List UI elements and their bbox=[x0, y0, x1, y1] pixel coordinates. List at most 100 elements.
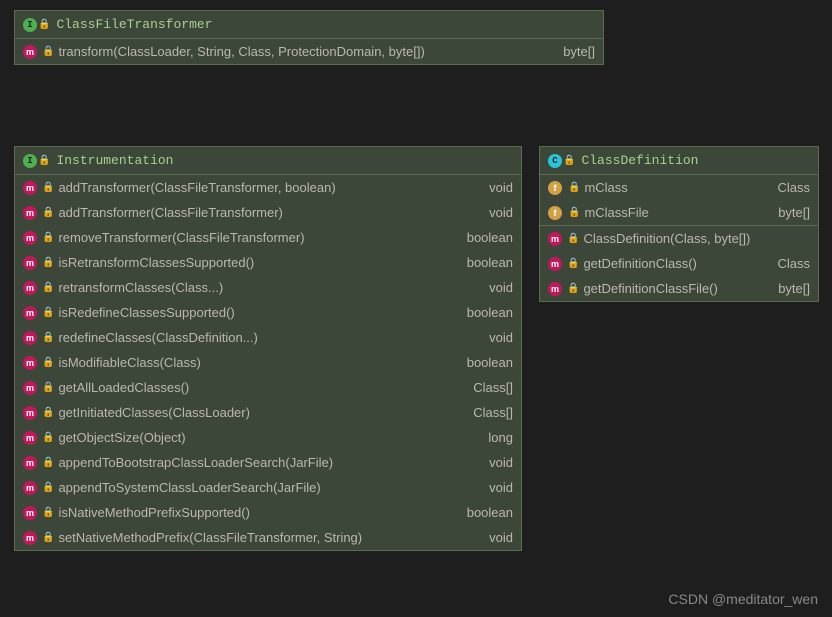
member-signature: ClassDefinition(Class, byte[]) bbox=[583, 231, 810, 246]
lock-icon: 🔒 bbox=[42, 432, 54, 443]
method-icon: m bbox=[23, 256, 37, 270]
member-row: f🔒mClassClass bbox=[540, 175, 818, 200]
lock-icon: 🔒 bbox=[567, 283, 579, 294]
member-signature: mClass bbox=[584, 180, 763, 195]
member-return-type: void bbox=[489, 455, 513, 470]
member-row: m🔒isNativeMethodPrefixSupported()boolean bbox=[15, 500, 521, 525]
member-row: m🔒getDefinitionClass()Class bbox=[540, 251, 818, 276]
method-icon: m bbox=[548, 282, 562, 296]
member-row: m 🔒 appendToSystemClassLoaderSearch(JarFil… bbox=[15, 475, 521, 500]
method-icon: m bbox=[23, 531, 37, 545]
member-return-type: void bbox=[489, 530, 513, 545]
member-return-type: boolean bbox=[467, 255, 513, 270]
member-signature: getObjectSize(Object) bbox=[58, 430, 474, 445]
member-row: m🔒getInitiatedClasses(ClassLoader)Class[… bbox=[15, 400, 521, 425]
member-signature: getDefinitionClassFile() bbox=[583, 281, 764, 296]
lock-icon: 🔒 bbox=[42, 307, 54, 318]
lock-icon: 🔒 bbox=[42, 46, 54, 57]
member-row: m 🔒 addTransformer(ClassFileTransformer) vo… bbox=[15, 200, 521, 225]
member-row: m🔒transform(ClassLoader, String, Class, … bbox=[15, 39, 603, 64]
member-row: m 🔒 retransformClasses(Class...) void bbox=[15, 275, 521, 300]
method-icon: m bbox=[23, 356, 37, 370]
member-return-type: void bbox=[489, 480, 513, 495]
member-row: m 🔒 ClassDefinition(Class, byte[]) bbox=[540, 226, 818, 251]
member-signature: appendToBootstrapClassLoaderSearch(JarFi… bbox=[58, 455, 475, 470]
members-list: f 🔒 mClass Class f 🔒 mClassFile byte[] m 🔒 ClassDe… bbox=[540, 175, 818, 301]
member-row: m 🔒 isRetransformClassesSupported() boolean bbox=[15, 250, 521, 275]
lock-icon: 🔒 bbox=[42, 507, 54, 518]
member-row: m 🔒 getObjectSize(Object) long bbox=[15, 425, 521, 450]
lock-icon: 🔒 bbox=[42, 207, 54, 218]
member-return-type: byte[] bbox=[778, 281, 810, 296]
member-signature: removeTransformer(ClassFileTransformer) bbox=[58, 230, 452, 245]
member-signature: getDefinitionClass() bbox=[583, 256, 763, 271]
class-header: C🔒ClassDefinition bbox=[540, 147, 818, 175]
member-signature: isRetransformClassesSupported() bbox=[58, 255, 452, 270]
member-return-type: byte[] bbox=[778, 205, 810, 220]
member-return-type: Class[] bbox=[473, 405, 513, 420]
member-signature: mClassFile bbox=[584, 205, 764, 220]
lock-icon: 🔒 bbox=[42, 257, 54, 268]
members-list: m🔒transform(ClassLoader, String, Class, … bbox=[15, 39, 603, 64]
member-return-type: byte[] bbox=[563, 44, 595, 59]
method-icon: m bbox=[23, 281, 37, 295]
member-return-type: Class bbox=[777, 256, 810, 271]
member-return-type: long bbox=[488, 430, 513, 445]
method-icon: m bbox=[23, 306, 37, 320]
method-icon: m bbox=[23, 381, 37, 395]
member-return-type: void bbox=[489, 205, 513, 220]
class-box-instrumentation: I🔒Instrumentationm🔒addTransformer(ClassF… bbox=[14, 146, 522, 551]
member-return-type: boolean bbox=[467, 230, 513, 245]
lock-icon: 🔒 bbox=[563, 155, 575, 167]
lock-icon: 🔒 bbox=[38, 155, 50, 167]
private-lock-icon: 🔒 bbox=[568, 182, 580, 193]
member-row: m 🔒 addTransformer(ClassFileTransformer, b… bbox=[15, 175, 521, 200]
member-signature: transform(ClassLoader, String, Class, Pr… bbox=[58, 44, 549, 59]
member-return-type: boolean bbox=[467, 305, 513, 320]
member-row: m🔒setNativeMethodPrefix(ClassFileTransfo… bbox=[15, 525, 521, 550]
lock-icon: 🔒 bbox=[42, 482, 54, 493]
class-header: I🔒 Instrumentation bbox=[15, 147, 521, 175]
method-icon: m bbox=[548, 232, 562, 246]
member-return-type: boolean bbox=[467, 505, 513, 520]
member-signature: isModifiableClass(Class) bbox=[58, 355, 452, 370]
member-signature: isNativeMethodPrefixSupported() bbox=[58, 505, 452, 520]
class-title: ClassFileTransformer bbox=[56, 17, 212, 32]
field-icon: f bbox=[548, 181, 562, 195]
lock-icon: 🔒 bbox=[42, 182, 54, 193]
method-icon: m bbox=[23, 206, 37, 220]
lock-icon: 🔒 bbox=[42, 357, 54, 368]
method-icon: m bbox=[23, 231, 37, 245]
lock-icon: 🔒 bbox=[42, 407, 54, 418]
method-icon: m bbox=[23, 481, 37, 495]
method-icon: m bbox=[23, 456, 37, 470]
member-row: f🔒mClassFilebyte[] bbox=[540, 200, 818, 225]
lock-icon: 🔒 bbox=[42, 282, 54, 293]
lock-icon: 🔒 bbox=[42, 232, 54, 243]
lock-icon: 🔒 bbox=[42, 457, 54, 468]
lock-icon: 🔒 bbox=[42, 382, 54, 393]
method-icon: m bbox=[23, 431, 37, 445]
member-signature: isRedefineClassesSupported() bbox=[58, 305, 452, 320]
interface-icon: I bbox=[23, 154, 37, 168]
lock-icon: 🔒 bbox=[42, 532, 54, 543]
member-signature: retransformClasses(Class...) bbox=[58, 280, 475, 295]
member-signature: addTransformer(ClassFileTransformer) bbox=[58, 205, 475, 220]
interface-icon: I bbox=[23, 18, 37, 32]
method-icon: m bbox=[548, 257, 562, 271]
member-return-type: boolean bbox=[467, 355, 513, 370]
member-return-type: void bbox=[489, 180, 513, 195]
member-return-type: void bbox=[489, 280, 513, 295]
member-signature: addTransformer(ClassFileTransformer, boo… bbox=[58, 180, 475, 195]
class-title: Instrumentation bbox=[56, 153, 173, 168]
method-icon: m bbox=[23, 181, 37, 195]
member-signature: getAllLoadedClasses() bbox=[58, 380, 459, 395]
member-row: m 🔒 isRedefineClassesSupported() boolean bbox=[15, 300, 521, 325]
member-return-type: void bbox=[489, 330, 513, 345]
member-signature: appendToSystemClassLoaderSearch(JarFile) bbox=[58, 480, 475, 495]
lock-icon: 🔒 bbox=[42, 332, 54, 343]
field-icon: f bbox=[548, 206, 562, 220]
method-icon: m bbox=[23, 406, 37, 420]
lock-icon: 🔒 bbox=[567, 233, 579, 244]
member-return-type: Class[] bbox=[473, 380, 513, 395]
